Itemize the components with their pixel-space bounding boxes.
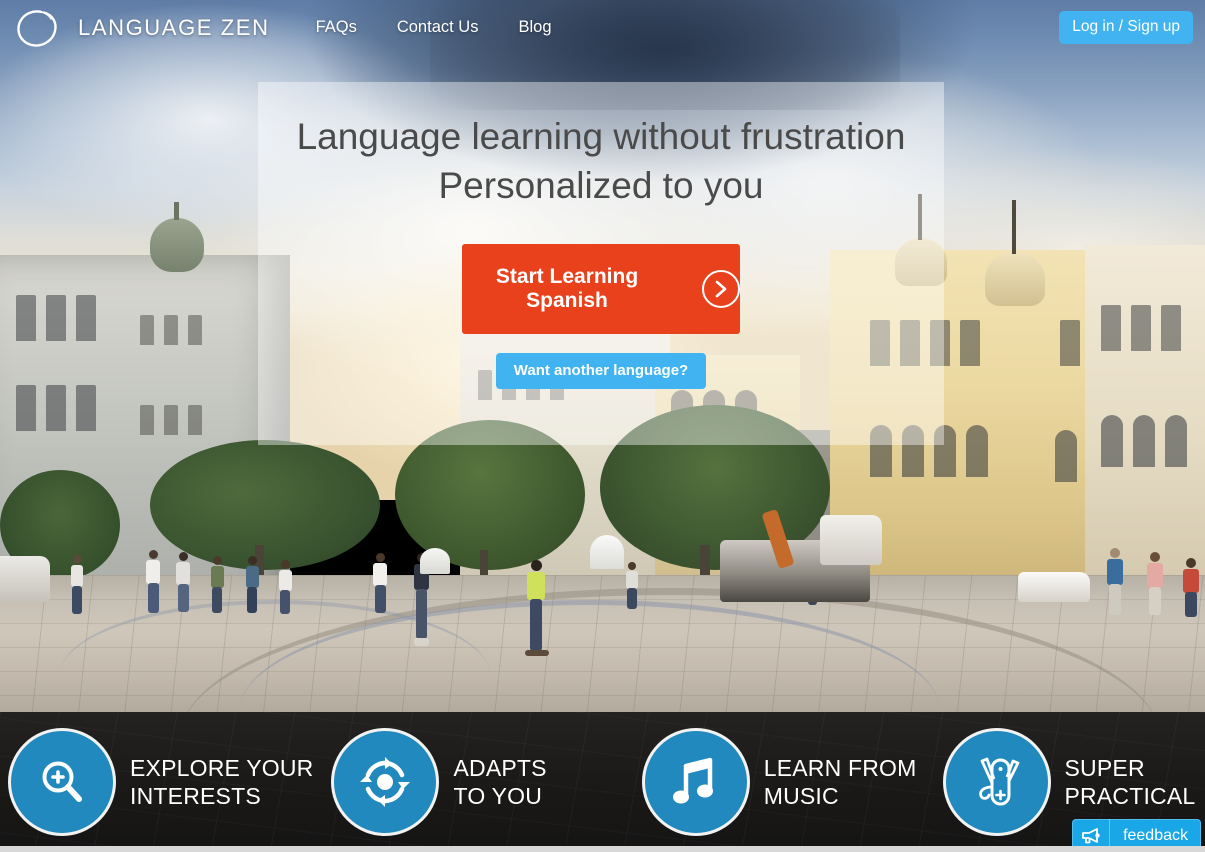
pedestrian: [145, 550, 161, 615]
feature-label: ADAPTS TO YOU: [453, 754, 547, 809]
headline-line-1: Language learning without frustration: [296, 116, 906, 157]
pedestrian: [1106, 548, 1124, 616]
nav-item-faqs[interactable]: FAQs: [316, 18, 357, 37]
enso-circle-logo-icon[interactable]: [14, 5, 60, 51]
hero-panel: Language learning without frustration Pe…: [258, 82, 944, 445]
top-navigation-bar: LANGUAGE ZEN FAQs Contact Us Blog Log in…: [0, 0, 1205, 55]
pedestrian: [1146, 552, 1164, 616]
start-learning-button-label: Start Learning Spanish: [495, 264, 639, 313]
nav-item-blog[interactable]: Blog: [518, 18, 551, 37]
want-another-language-button[interactable]: Want another language?: [495, 353, 707, 390]
white-car: [1018, 572, 1090, 602]
swiss-army-knife-icon: [942, 728, 1051, 836]
cta-container: Start Learning Spanish: [258, 244, 944, 335]
feature-learn-from-music[interactable]: LEARN FROM MUSIC: [641, 728, 917, 836]
pedestrian: [625, 562, 639, 610]
feature-list: EXPLORE YOUR INTERESTS ADAPTS TO YOU LEA…: [0, 712, 1205, 852]
music-note-icon: [641, 728, 750, 836]
pedestrian: [70, 555, 84, 615]
magnifier-plus-icon: [8, 728, 116, 836]
dome-right-2: [985, 200, 1045, 306]
pedestrian: [210, 556, 225, 614]
pedestrian: [175, 552, 191, 614]
circular-arrows-icon: [331, 728, 440, 836]
skateboarder: [525, 560, 549, 662]
alt-language-container: Want another language?: [258, 353, 944, 390]
truck-cab: [820, 515, 882, 565]
start-learning-button[interactable]: Start Learning Spanish: [462, 244, 740, 335]
pedestrian: [245, 556, 260, 614]
chevron-right-circle-icon: [702, 270, 740, 309]
login-signup-button[interactable]: Log in / Sign up: [1059, 11, 1193, 44]
headline-line-2: Personalized to you: [438, 165, 764, 207]
pedestrian: [278, 560, 293, 615]
market-tent-1: [590, 535, 624, 569]
feature-adapts-to-you[interactable]: ADAPTS TO YOU: [331, 728, 547, 836]
dome-left: [150, 202, 204, 272]
brand-name: LANGUAGE ZEN: [78, 14, 270, 40]
feedback-label: feedback: [1123, 826, 1188, 844]
market-tent-2: [420, 548, 450, 574]
feature-label: LEARN FROM MUSIC: [763, 754, 917, 809]
pedestrian: [372, 553, 388, 615]
bottom-strip: [0, 846, 1205, 852]
tree-left: [150, 440, 380, 570]
page-title: Language learning without frustration Pe…: [258, 112, 944, 210]
feature-bar: EXPLORE YOUR INTERESTS ADAPTS TO YOU LEA…: [0, 712, 1205, 852]
feature-label: SUPER PRACTICAL: [1064, 754, 1196, 809]
van-left: [0, 556, 50, 602]
nav-item-contact-us[interactable]: Contact Us: [397, 18, 479, 37]
feature-explore-your-interests[interactable]: EXPLORE YOUR INTERESTS: [8, 728, 313, 836]
pedestrian: [1182, 558, 1200, 618]
feature-label: EXPLORE YOUR INTERESTS: [130, 754, 314, 809]
nav-links: FAQs Contact Us Blog: [316, 18, 552, 37]
